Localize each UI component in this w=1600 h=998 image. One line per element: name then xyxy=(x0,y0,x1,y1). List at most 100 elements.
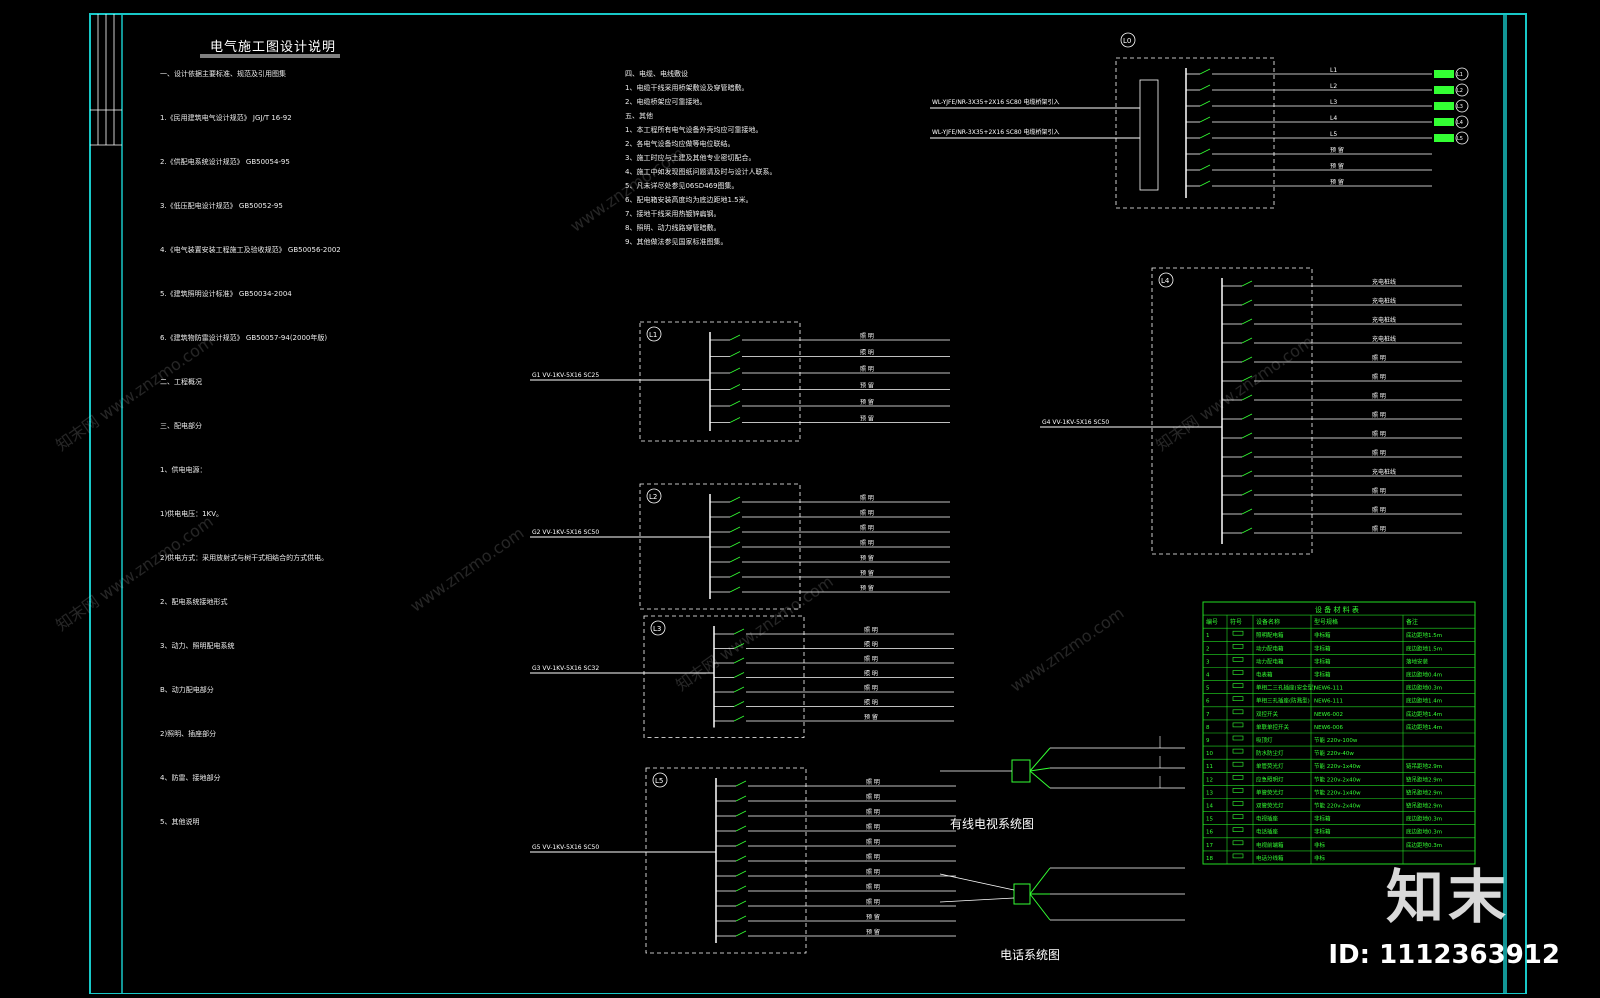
symbol-icon xyxy=(1232,748,1244,754)
telephone-system xyxy=(939,867,1185,921)
circuit-label: 照 明 xyxy=(1372,507,1386,514)
table-cell: 7 xyxy=(1206,712,1210,718)
table-cell: 2 xyxy=(1206,646,1210,652)
circuit-label: 照 明 xyxy=(864,642,878,649)
feeder-label: WL-YJFE/NR-3X35+2X16 SC80 电缆桥架引入 xyxy=(932,98,1060,106)
sheet-title: 电气施工图设计说明 xyxy=(210,40,337,55)
breaker-symbol xyxy=(729,351,741,357)
table-cell: 节能 220v-2x40w xyxy=(1314,775,1361,783)
breaker-symbol xyxy=(729,526,741,533)
breaker-symbol xyxy=(1199,84,1211,91)
table-cell: 单管荧光灯 xyxy=(1256,788,1284,796)
breaker-symbol xyxy=(729,417,741,423)
circuit-label: 照 明 xyxy=(1372,374,1386,381)
breaker-symbol xyxy=(1199,116,1211,123)
breaker-symbol xyxy=(1241,280,1253,287)
symbol-icon xyxy=(1232,814,1244,819)
note-line: 6、配电箱安装高度均为底边距地1.5米。 xyxy=(625,196,753,204)
table-cell: 6 xyxy=(1206,699,1210,705)
table-cell: 电表箱 xyxy=(1256,671,1273,679)
table-cell: 14 xyxy=(1206,804,1213,810)
symbol-icon xyxy=(1232,735,1244,741)
circuit-label: L4 xyxy=(1330,115,1337,122)
note-line: 三、配电部分 xyxy=(160,422,202,430)
circuit-label: 照 明 xyxy=(1372,488,1386,495)
circuit-label: 充电桩线 xyxy=(1372,468,1396,476)
watermark-logo: 知末 xyxy=(1385,863,1510,931)
note-line: 5、其他说明 xyxy=(160,818,200,826)
circuit-label: 预 留 xyxy=(1330,178,1344,186)
outgoing-tag: L3 xyxy=(1457,104,1463,110)
table-cell: 单相二三孔插座(安全型) xyxy=(1256,684,1315,692)
note-line: 2、电缆桥架应可靠接地。 xyxy=(625,98,707,106)
note-line: 4.《电气装置安装工程施工及验收规范》 GB50056-2002 xyxy=(160,246,341,254)
breaker-symbol xyxy=(733,672,745,678)
circuit-label: 照 明 xyxy=(860,495,874,502)
breaker-symbol xyxy=(735,780,747,787)
panel-id-label: L2 xyxy=(649,493,657,501)
table-cell: 3 xyxy=(1206,659,1210,665)
breaker-symbol xyxy=(1199,100,1211,107)
circuit-label: L1 xyxy=(1330,67,1337,74)
circuit-label: 照 明 xyxy=(866,794,880,801)
table-cell: 单相三孔插座(防溅型) xyxy=(1256,697,1310,705)
cad-drawing-sheet: L1 G1 VV-1KV-5X16 SC25 照 明照 明照 明预 留预 留预 留L… xyxy=(0,0,1600,995)
breaker-symbol xyxy=(729,400,741,407)
phone-input xyxy=(939,873,1015,891)
table-cell: 1 xyxy=(1206,633,1210,639)
symbol-icon xyxy=(1232,643,1244,649)
table-cell: 动力配电箱 xyxy=(1256,657,1284,665)
symbol-icon xyxy=(1232,670,1244,675)
breaker-symbol xyxy=(735,900,747,907)
table-cell: NEW6-006 xyxy=(1314,725,1344,731)
feeder-label: G2 VV-1KV-5X16 SC50 xyxy=(532,529,599,536)
title-underline xyxy=(200,54,340,58)
circuit-label: 预 留 xyxy=(1330,162,1344,170)
tv-branch xyxy=(1029,767,1051,772)
table-cell: 4 xyxy=(1206,673,1210,679)
table-cell: 底边距地1.4m xyxy=(1406,710,1442,718)
table-cell: NEW6-111 xyxy=(1314,699,1343,705)
outgoing-tag: L5 xyxy=(1457,136,1463,142)
breaker-symbol xyxy=(735,855,747,862)
side-title-strip xyxy=(90,14,122,146)
note-line: 1、供电电源： xyxy=(160,466,207,474)
circuit-label: L2 xyxy=(1330,83,1337,90)
circuit-label: 照 明 xyxy=(866,899,880,906)
table-cell: 防水防尘灯 xyxy=(1256,749,1284,757)
note-line: 1、电缆干线采用桥架敷设及穿管暗敷。 xyxy=(625,84,749,92)
note-line: 3、施工时应与土建及其他专业密切配合。 xyxy=(625,154,756,162)
table-cell: 非标箱 xyxy=(1314,815,1331,823)
breaker-symbol xyxy=(735,885,747,892)
symbol-icon xyxy=(1232,722,1244,728)
note-line: 1、本工程所有电气设备外壳均应可靠接地。 xyxy=(625,126,763,134)
breaker-symbol xyxy=(1241,413,1253,420)
note-line: 5.《建筑照明设计标准》 GB50034-2004 xyxy=(160,290,292,298)
breaker-symbol xyxy=(735,915,747,922)
note-line: 2.《供配电系统设计规范》 GB50054-95 xyxy=(160,158,290,166)
panel-l2: L2G2 VV-1KV-5X16 SC50照 明照 明照 明照 明预 留预 留预… xyxy=(530,483,950,610)
circuit-label: 照 明 xyxy=(860,510,874,517)
panel-l4: L4G4 VV-1KV-5X16 SC50充电桩线充电桩线充电桩线充电桩线照 明… xyxy=(1040,267,1462,555)
feeder-label: G3 VV-1KV-5X16 SC32 xyxy=(532,665,599,672)
breaker-symbol xyxy=(1241,432,1253,439)
table-cell: 落地安装 xyxy=(1406,657,1429,665)
table-header: 符号 xyxy=(1230,618,1242,626)
table-cell: 15 xyxy=(1206,817,1213,823)
circuit-label: 充电桩线 xyxy=(1372,297,1396,305)
symbol-icon xyxy=(1232,683,1244,688)
note-line: 4、防雷、接地部分 xyxy=(160,774,221,782)
circuit-label: 充电桩线 xyxy=(1372,316,1396,324)
breaker-symbol xyxy=(1199,148,1211,155)
breaker-symbol xyxy=(733,686,745,693)
breaker-symbol xyxy=(1199,164,1211,171)
symbol-icon xyxy=(1232,788,1244,793)
outgoing-tag: L4 xyxy=(1457,120,1463,126)
circuit-label: 照 明 xyxy=(860,525,874,532)
breaker-symbol xyxy=(1199,132,1211,139)
breaker-symbol xyxy=(729,556,741,563)
table-cell: 17 xyxy=(1206,843,1213,849)
circuit-label: 预 留 xyxy=(860,398,874,406)
breaker-symbol xyxy=(1241,299,1253,306)
circuit-label: 照 明 xyxy=(864,656,878,663)
